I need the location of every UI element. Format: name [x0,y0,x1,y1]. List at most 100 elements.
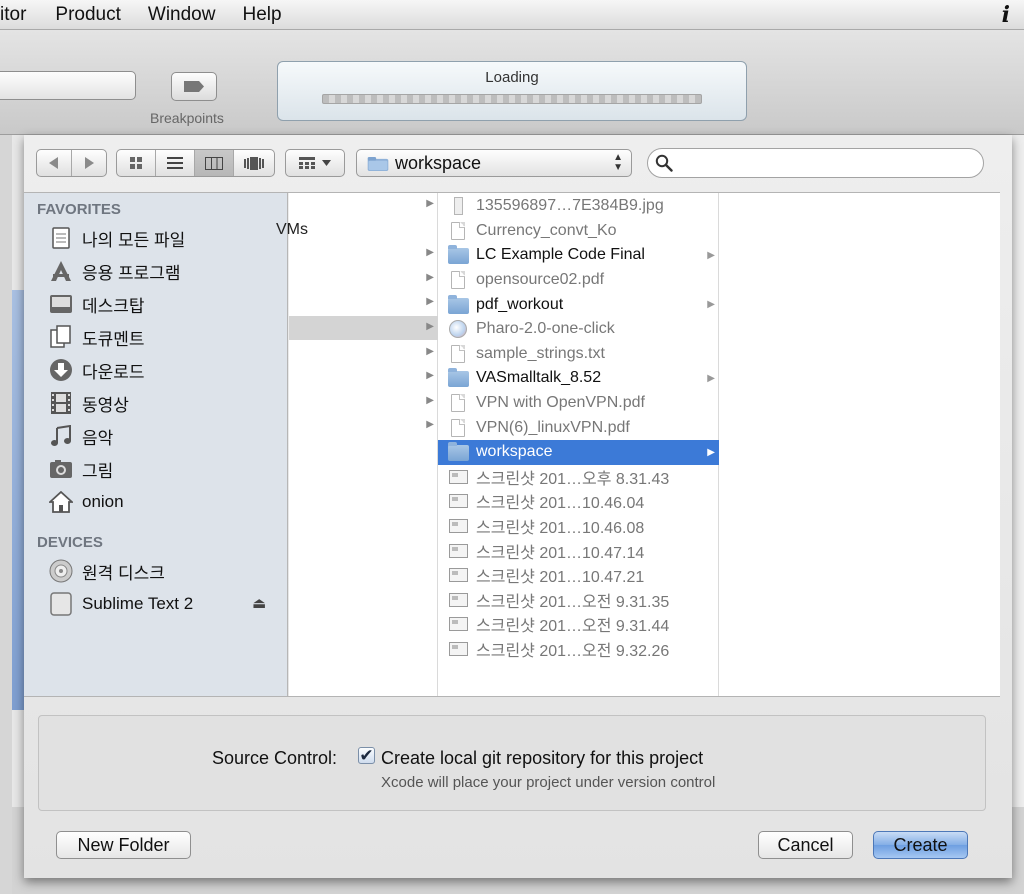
disclosure-arrow-icon: ▶ [426,198,434,209]
list-item[interactable]: 135596897…7E384B9.jpg [438,194,719,219]
new-folder-button[interactable]: New Folder [56,831,191,859]
file-icon-wrap [447,639,469,659]
back-button[interactable] [37,150,72,176]
item-label: 스크린샷 201…오전 9.31.44 [476,618,670,636]
breakpoint-icon [184,81,204,92]
source-control-label: Source Control: [212,748,338,768]
list-item[interactable]: 스크린샷 201…10.46.04 [438,489,719,514]
list-item[interactable]: ▶ [289,242,438,266]
list-item-selected[interactable]: workspace ▶ [438,440,719,465]
file-icon-wrap [447,196,469,216]
sidebar: FAVORITES 나의 모든 파일 응용 프로그램 데스크탑 도큐멘트 다운로… [24,193,288,696]
list-item[interactable]: opensource02.pdf [438,268,719,293]
list-item[interactable]: ▶ [289,291,438,315]
scheme-selector[interactable] [0,71,136,100]
breakpoints-button[interactable] [171,72,217,101]
sidebar-item-home[interactable]: onion [48,487,124,517]
list-item[interactable]: ▶ [289,365,438,389]
location-popup[interactable]: workspace ▲ ▼ [356,149,632,177]
cancel-button[interactable]: Cancel [758,831,853,859]
item-label: opensource02.pdf [476,271,605,289]
folder-icon [447,442,469,462]
chevron-down-icon [322,160,331,166]
menubar: itor Product Window Help i [0,0,1024,30]
screenshot-icon [448,543,468,558]
column-view-button[interactable] [195,150,234,176]
menu-help[interactable]: Help [242,4,281,26]
file-icon-wrap [447,565,469,585]
options-panel: Source Control: ✔ Create local git repos… [38,715,986,811]
git-repo-checkbox-label[interactable]: Create local git repository for this pro… [381,748,703,769]
file-browser: FAVORITES 나의 모든 파일 응용 프로그램 데스크탑 도큐멘트 다운로… [24,192,1000,697]
file-icon-wrap [447,344,469,364]
menu-editor[interactable]: itor [0,4,26,26]
screenshot-icon [448,592,468,607]
sidebar-item-desktop[interactable]: 데스크탑 [48,289,145,319]
forward-arrow-icon [84,157,94,169]
list-item[interactable]: 스크린샷 201…오전 9.32.26 [438,637,719,662]
sidebar-item-label: Sublime Text 2 [82,594,194,613]
sidebar-item-label: 나의 모든 파일 [82,230,186,250]
list-item[interactable]: 스크린샷 201…오전 9.31.35 [438,588,719,613]
list-item[interactable]: VPN(6)_linuxVPN.pdf [438,415,719,440]
sidebar-item-movies[interactable]: 동영상 [48,388,129,418]
list-item[interactable]: ▶ [289,414,438,438]
list-item-selected[interactable]: ▶ [289,316,438,340]
list-item[interactable]: Currency_convt_Ko [438,219,719,244]
item-label: 스크린샷 201…10.47.21 [476,569,645,587]
screenshot-icon [448,469,468,484]
arrange-button[interactable] [285,149,345,177]
list-item[interactable]: 스크린샷 201…오후 8.31.43 [438,465,719,490]
icon-view-button[interactable] [117,150,156,176]
disclosure-arrow-icon: ▶ [426,272,434,283]
list-item[interactable]: 스크린샷 201…10.47.21 [438,563,719,588]
list-item[interactable]: ▶ [289,267,438,291]
git-repo-checkbox[interactable]: ✔ [358,746,375,765]
sidebar-item-pictures[interactable]: 그림 [48,454,113,484]
list-item[interactable]: 스크린샷 201…10.46.08 [438,514,719,539]
file-icon-wrap [447,590,469,610]
disclosure-arrow-icon: ▶ [426,370,434,381]
menu-window[interactable]: Window [148,4,216,26]
file-icon-wrap [447,393,469,413]
list-item[interactable]: 스크린샷 201…오전 9.31.44 [438,612,719,637]
sidebar-item-documents[interactable]: 도큐멘트 [48,322,145,352]
menu-product[interactable]: Product [55,4,120,26]
info-icon[interactable]: i [1002,2,1010,28]
loading-progress-bar [322,94,702,105]
list-item[interactable]: ▶ [289,341,438,365]
eject-icon[interactable]: ⏏ [252,594,266,612]
sidebar-item-sublime-text[interactable]: Sublime Text 2 [48,589,193,619]
disclosure-arrow-icon: ▶ [426,346,434,357]
sidebar-item-downloads[interactable]: 다운로드 [48,355,145,385]
sidebar-item-all-files[interactable]: 나의 모든 파일 [48,223,185,253]
list-item[interactable]: VASmalltalk_8.52 ▶ [438,366,719,391]
file-icon-wrap [447,442,469,462]
list-item[interactable]: LC Example Code Final ▶ [438,243,719,268]
list-item[interactable]: pdf_workout ▶ [438,292,719,317]
list-item[interactable]: ▶ [289,390,438,414]
back-forward-control [36,149,107,177]
item-label: 스크린샷 201…오후 8.31.43 [476,470,670,488]
file-icon-wrap [447,221,469,241]
source-control-hint: Xcode will place your project under vers… [381,774,716,791]
create-button[interactable]: Create [873,831,968,859]
sidebar-item-applications[interactable]: 응용 프로그램 [48,256,181,286]
sidebar-item-remote-disc[interactable]: 원격 디스크 [48,556,165,586]
forward-button[interactable] [72,150,107,176]
list-item[interactable]: sample_strings.txt [438,342,719,367]
coverflow-view-button[interactable] [234,150,273,176]
search-input[interactable] [677,155,983,171]
list-view-button[interactable] [156,150,195,176]
list-item[interactable]: ▶ [289,193,438,217]
sidebar-item-music[interactable]: 음악 [48,421,113,451]
item-label: 스크린샷 201…10.46.04 [476,495,645,513]
document-icon [451,418,465,437]
list-item[interactable]: VPN with OpenVPN.pdf [438,391,719,416]
disclosure-arrow-icon: ▶ [426,247,434,258]
search-field[interactable] [647,148,984,178]
list-item[interactable]: Pharo-2.0-one-click [438,317,719,342]
list-item[interactable]: VMs [276,218,438,242]
list-item[interactable]: 스크린샷 201…10.47.14 [438,538,719,563]
file-icon-wrap [447,368,469,388]
